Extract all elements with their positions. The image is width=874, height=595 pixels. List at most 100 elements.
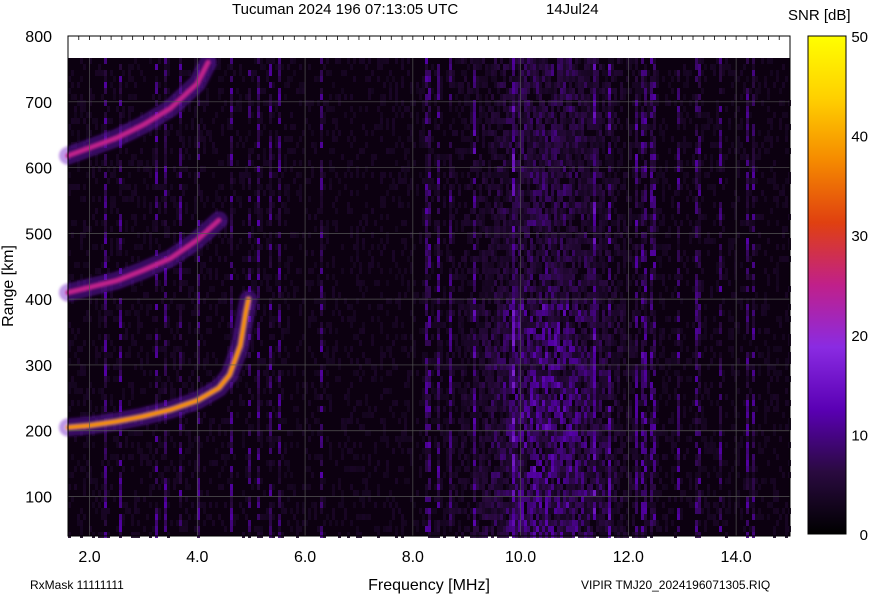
noise-cell: [173, 220, 176, 226]
noise-cell: [320, 442, 323, 448]
noise-cell: [134, 82, 137, 88]
noise-cell: [386, 58, 389, 64]
noise-cell: [344, 172, 347, 178]
noise-cell: [497, 352, 500, 358]
noise-cell: [524, 376, 527, 382]
noise-cell: [278, 196, 281, 202]
noise-cell: [401, 202, 404, 208]
noise-cell: [479, 454, 482, 460]
noise-cell: [104, 262, 107, 268]
noise-cell: [278, 340, 281, 346]
noise-cell: [356, 490, 359, 496]
noise-cell: [122, 454, 125, 460]
noise-cell: [515, 436, 518, 442]
noise-cell: [353, 136, 356, 142]
noise-cell: [320, 346, 323, 352]
noise-cell: [530, 346, 533, 352]
noise-cell: [278, 220, 281, 226]
noise-cell: [389, 82, 392, 88]
noise-cell: [269, 58, 272, 64]
noise-cell: [119, 358, 122, 364]
noise-cell: [164, 58, 167, 64]
noise-cell: [287, 64, 290, 70]
noise-cell: [440, 358, 443, 364]
noise-cell: [509, 334, 512, 340]
noise-cell: [149, 448, 152, 454]
noise-cell: [416, 442, 419, 448]
noise-cell: [266, 244, 269, 250]
noise-cell: [257, 256, 260, 262]
noise-cell: [233, 454, 236, 460]
noise-cell: [209, 460, 212, 466]
noise-cell: [434, 406, 437, 412]
noise-cell: [116, 262, 119, 268]
noise-cell: [446, 400, 449, 406]
noise-cell: [101, 94, 104, 100]
noise-cell: [395, 274, 398, 280]
noise-cell: [287, 466, 290, 472]
noise-cell: [230, 466, 233, 472]
noise-cell: [146, 310, 149, 316]
noise-cell: [497, 118, 500, 124]
noise-cell: [527, 202, 530, 208]
noise-cell: [488, 142, 491, 148]
noise-cell: [248, 214, 251, 220]
noise-cell: [491, 214, 494, 220]
noise-cell: [536, 172, 539, 178]
noise-cell: [104, 202, 107, 208]
noise-cell: [527, 436, 530, 442]
noise-cell: [512, 100, 515, 106]
noise-cell: [368, 496, 371, 502]
noise-cell: [515, 472, 518, 478]
noise-cell: [362, 292, 365, 298]
noise-cell: [137, 244, 140, 250]
noise-cell: [104, 394, 107, 400]
noise-cell: [515, 394, 518, 400]
noise-cell: [164, 130, 167, 136]
noise-cell: [449, 466, 452, 472]
noise-cell: [494, 424, 497, 430]
noise-cell: [182, 454, 185, 460]
noise-cell: [491, 184, 494, 190]
noise-cell: [467, 400, 470, 406]
noise-cell: [524, 412, 527, 418]
noise-cell: [278, 394, 281, 400]
noise-cell: [371, 244, 374, 250]
noise-cell: [503, 100, 506, 106]
noise-cell: [95, 70, 98, 76]
noise-cell: [152, 316, 155, 322]
noise-cell: [506, 454, 509, 460]
noise-cell: [92, 388, 95, 394]
noise-cell: [164, 208, 167, 214]
noise-cell: [92, 502, 95, 508]
noise-cell: [167, 490, 170, 496]
noise-cell: [494, 466, 497, 472]
noise-cell: [413, 340, 416, 346]
noise-cell: [230, 94, 233, 100]
noise-cell: [476, 310, 479, 316]
noise-cell: [512, 418, 515, 424]
noise-cell: [515, 178, 518, 184]
noise-cell: [533, 472, 536, 478]
noise-cell: [224, 232, 227, 238]
noise-cell: [443, 532, 446, 538]
noise-cell: [188, 106, 191, 112]
noise-cell: [512, 166, 515, 172]
noise-cell: [203, 262, 206, 268]
noise-cell: [446, 418, 449, 424]
noise-cell: [167, 376, 170, 382]
noise-cell: [479, 358, 482, 364]
noise-cell: [425, 100, 428, 106]
noise-cell: [332, 286, 335, 292]
noise-cell: [533, 154, 536, 160]
noise-cell: [533, 64, 536, 70]
noise-cell: [530, 100, 533, 106]
noise-cell: [104, 238, 107, 244]
noise-cell: [479, 274, 482, 280]
noise-cell: [494, 76, 497, 82]
noise-cell: [113, 166, 116, 172]
noise-cell: [305, 448, 308, 454]
noise-cell: [512, 208, 515, 214]
noise-cell: [263, 148, 266, 154]
noise-cell: [437, 88, 440, 94]
